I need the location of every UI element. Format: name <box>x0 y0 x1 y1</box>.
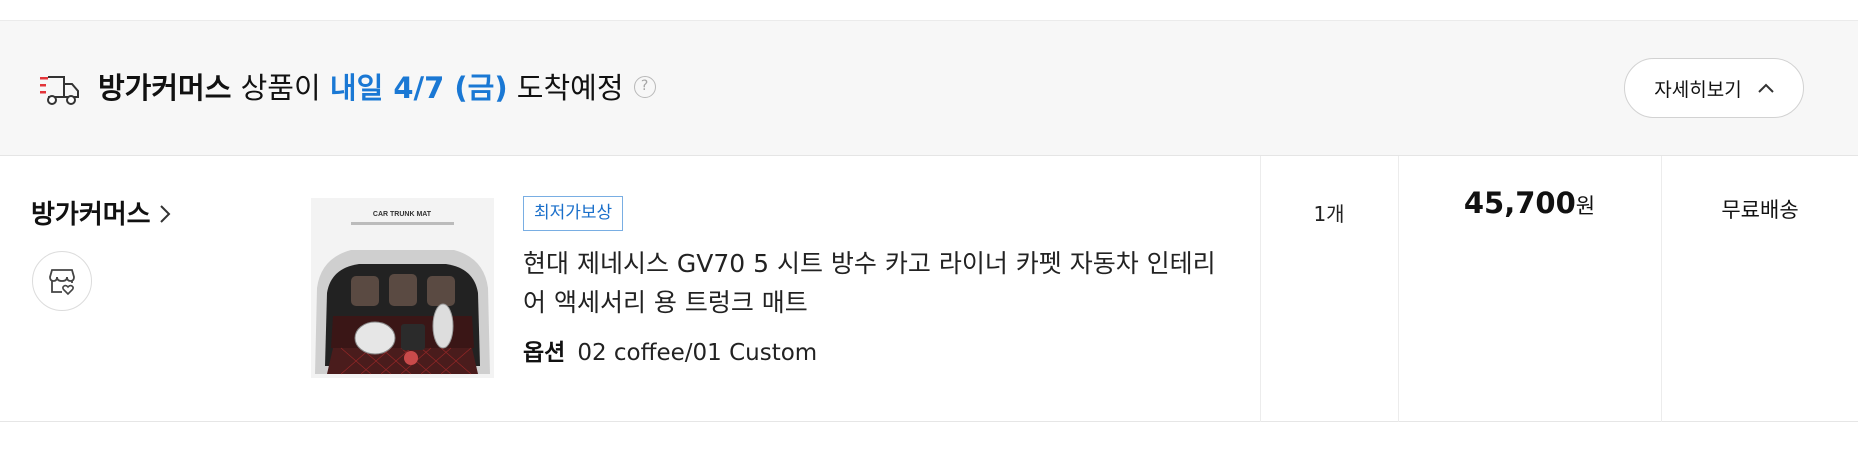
seller-link[interactable]: 방가커머스 <box>31 194 171 231</box>
column-divider <box>1260 156 1261 422</box>
store-heart-icon <box>49 269 75 296</box>
price-unit: 원 <box>1575 194 1596 218</box>
shipping-fee: 무료배송 <box>1721 198 1799 222</box>
product-option: 옵션 02 coffee/01 Custom <box>523 336 817 370</box>
product-title[interactable]: 현대 제네시스 GV70 5 시트 방수 카고 라이너 카펫 자동차 인테리어 … <box>523 244 1223 322</box>
question-circle-icon[interactable]: ? <box>633 76 656 98</box>
thumbnail-caption: CAR TRUNK MAT <box>373 211 432 218</box>
store-heart-button[interactable] <box>32 251 92 311</box>
delivery-seller-name: 방가커머스 <box>98 71 232 105</box>
seller-name-label: 방가커머스 <box>31 200 151 230</box>
chevron-right-icon <box>159 204 171 223</box>
order-item-row: 방가커머스 CAR TRUNK MAT 최저가보상 현대 제네시스 GV70 5… <box>0 156 1858 422</box>
view-details-label: 자세히보기 <box>1654 78 1742 101</box>
delivery-suffix-text: 도착예정 <box>507 71 624 105</box>
delivery-info-bar: 방가커머스 상품이 내일 4/7 (금) 도착예정? 자세히보기 <box>0 21 1858 156</box>
price: 45,700원 <box>1398 186 1661 220</box>
delivery-message: 방가커머스 상품이 내일 4/7 (금) 도착예정? <box>98 67 656 109</box>
option-value: 02 coffee/01 Custom <box>577 340 818 366</box>
view-details-button[interactable]: 자세히보기 <box>1624 58 1804 118</box>
delivery-date: 내일 4/7 (금) <box>329 71 508 105</box>
chevron-up-icon <box>1757 83 1774 93</box>
delivery-middle-text: 상품이 <box>231 71 330 105</box>
lowest-price-badge: 최저가보상 <box>523 196 624 231</box>
quantity: 1개 <box>1313 202 1345 226</box>
price-amount: 45,700 <box>1463 186 1576 220</box>
option-label: 옵션 <box>523 340 566 366</box>
product-thumbnail[interactable]: CAR TRUNK MAT <box>311 198 494 378</box>
delivery-truck-icon <box>40 76 79 105</box>
